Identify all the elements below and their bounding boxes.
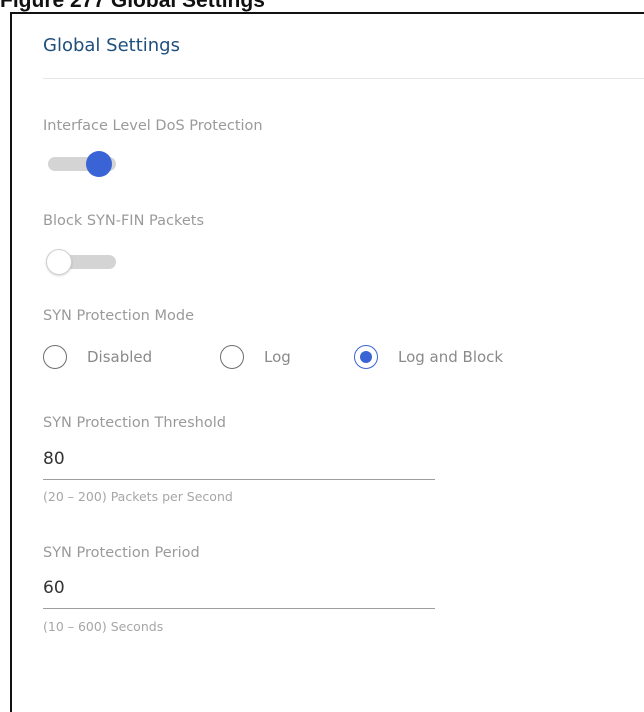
panel-title: Global Settings: [43, 35, 180, 56]
global-settings-panel: Global Settings Interface Level DoS Prot…: [10, 12, 644, 712]
block-syn-fin-toggle[interactable]: [46, 249, 116, 275]
toggle-knob: [86, 151, 112, 177]
toggle-knob: [46, 249, 72, 275]
radio-circle: [220, 345, 244, 369]
figure-caption: Figure 277 Global Settings: [0, 0, 265, 12]
radio-log[interactable]: Log: [220, 344, 291, 370]
radio-circle: [354, 345, 378, 369]
syn-threshold-input[interactable]: 80: [43, 448, 435, 470]
syn-threshold-helper: (20 – 200) Packets per Second: [43, 489, 233, 504]
radio-disabled[interactable]: Disabled: [43, 344, 152, 370]
radio-log-and-block[interactable]: Log and Block: [354, 344, 503, 370]
radio-log-label: Log: [264, 348, 291, 366]
radio-circle: [43, 345, 67, 369]
radio-disabled-label: Disabled: [87, 348, 153, 366]
syn-period-input[interactable]: 60: [43, 577, 435, 599]
syn-period-label: SYN Protection Period: [43, 545, 200, 561]
radio-log-and-block-label: Log and Block: [398, 348, 504, 366]
syn-mode-label: SYN Protection Mode: [43, 308, 194, 324]
syn-period-helper: (10 – 600) Seconds: [43, 619, 164, 634]
syn-threshold-underline: [43, 479, 435, 480]
block-syn-fin-label: Block SYN-FIN Packets: [43, 213, 205, 229]
syn-period-underline: [43, 608, 435, 609]
interface-dos-label: Interface Level DoS Protection: [43, 118, 263, 134]
syn-threshold-label: SYN Protection Threshold: [43, 415, 226, 431]
interface-dos-toggle[interactable]: [48, 151, 116, 177]
title-divider: [43, 78, 644, 79]
